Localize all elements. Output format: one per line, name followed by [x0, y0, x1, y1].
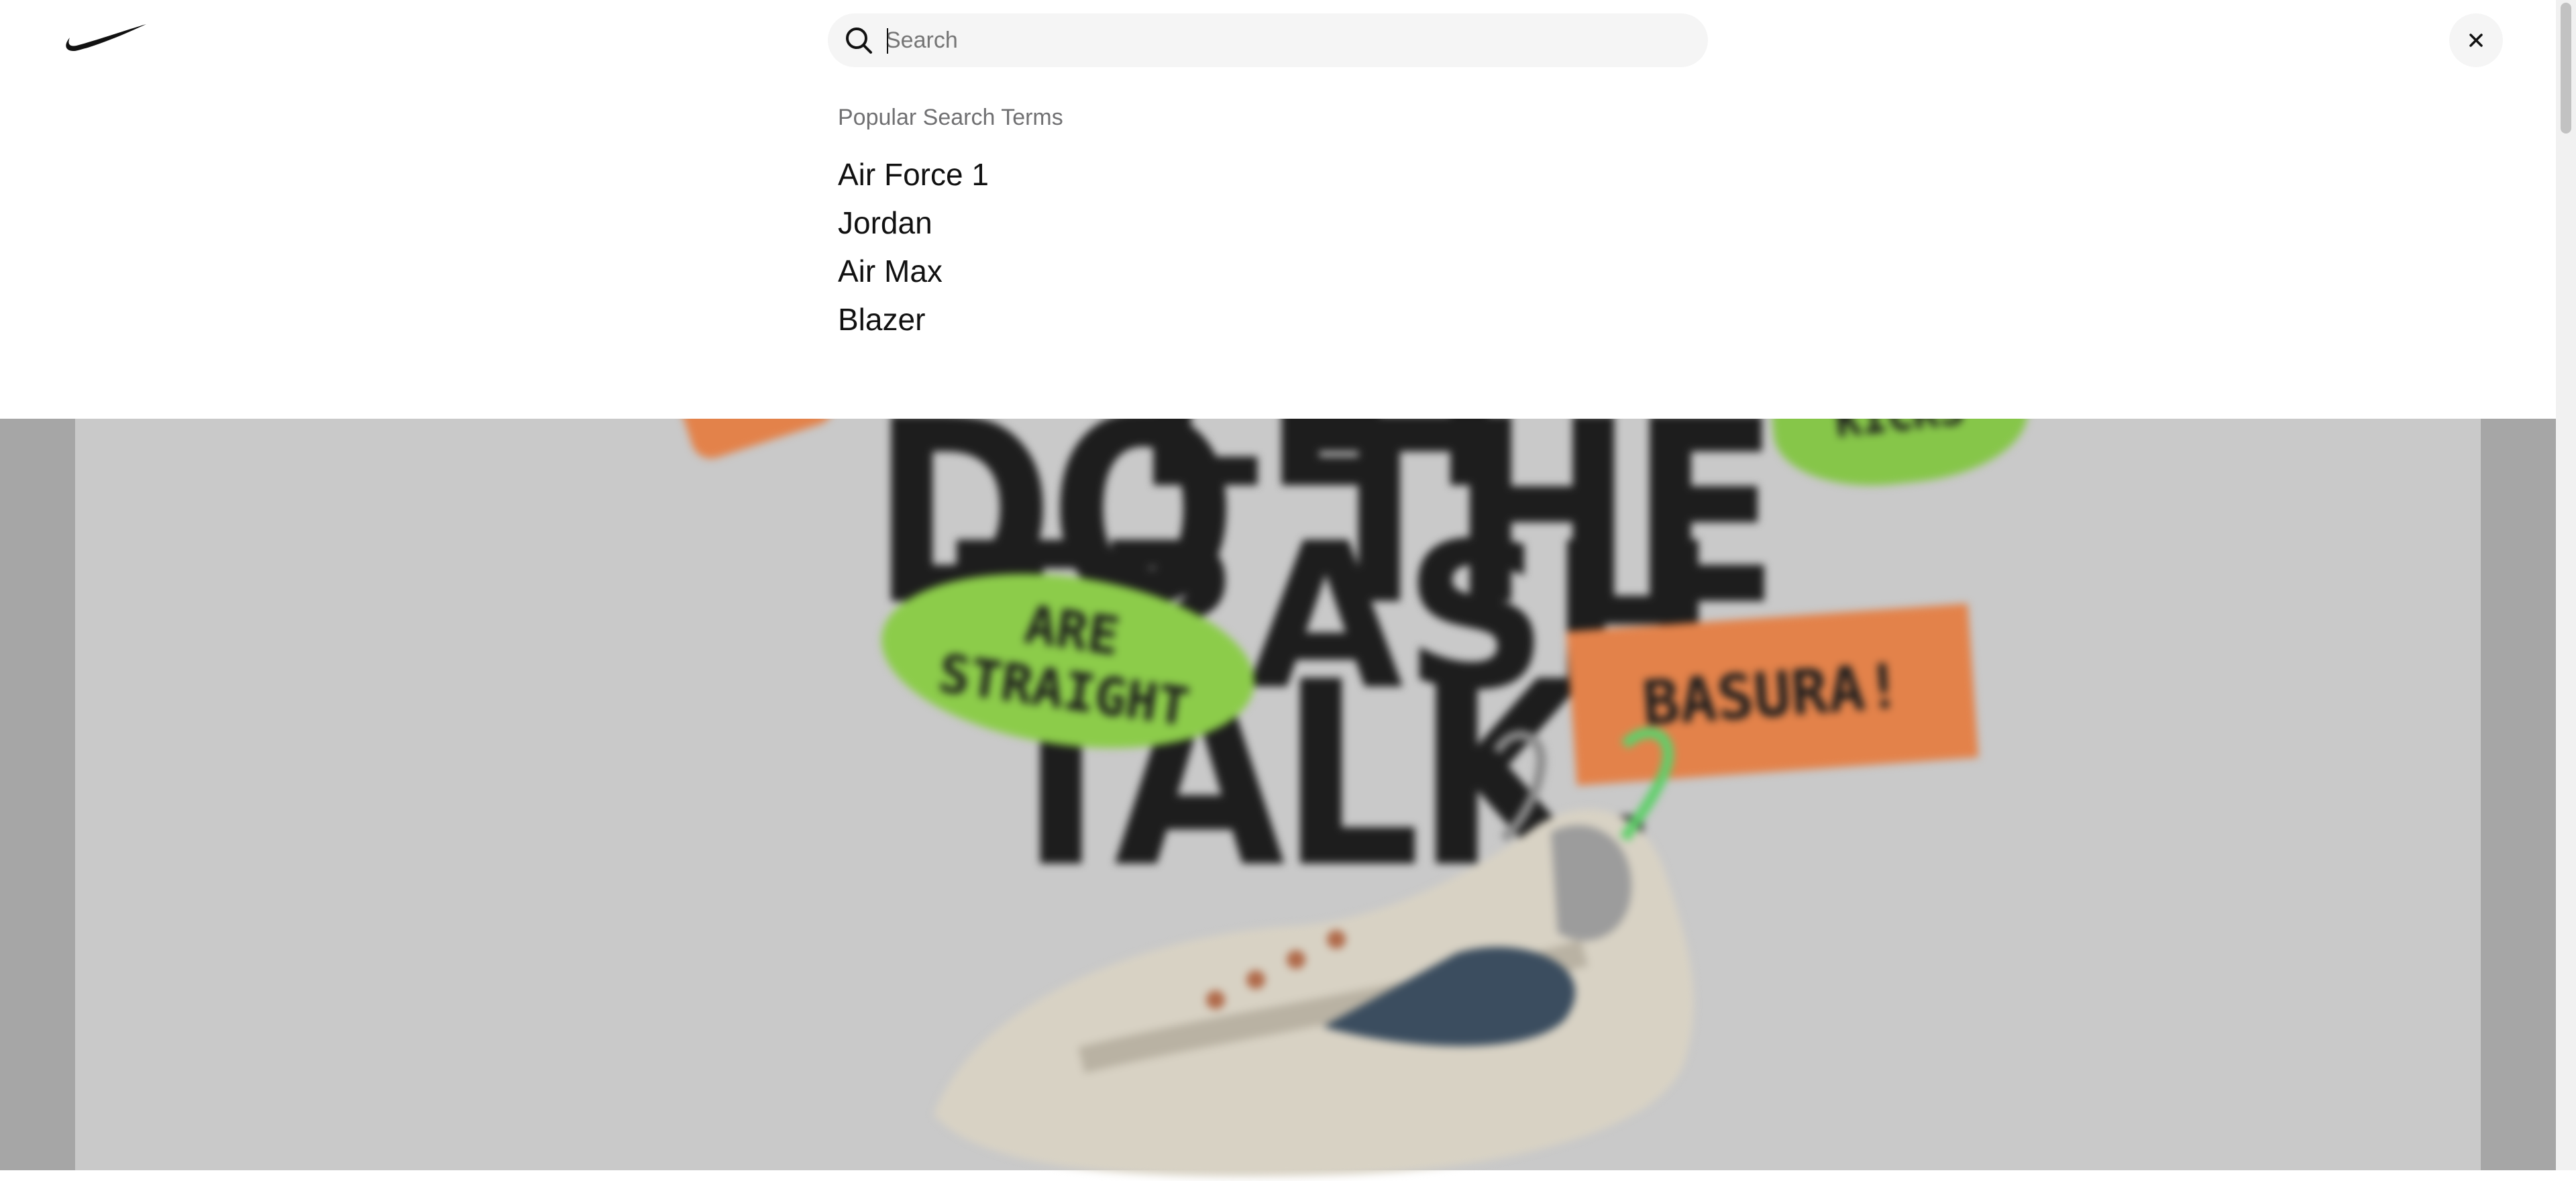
- search-term-blazer[interactable]: Blazer: [838, 295, 1643, 344]
- search-overlay: Popular Search Terms Air Force 1 Jordan …: [0, 0, 2556, 419]
- popular-search-heading: Popular Search Terms: [838, 105, 1063, 130]
- search-term-jordan[interactable]: Jordan: [838, 199, 1643, 247]
- scrollbar-thumb[interactable]: [2561, 3, 2571, 134]
- search-bar[interactable]: [828, 13, 1708, 67]
- search-term-air-max[interactable]: Air Max: [838, 247, 1643, 295]
- close-icon: [2469, 34, 2483, 47]
- close-search-button[interactable]: [2449, 13, 2503, 67]
- nike-swoosh-logo[interactable]: [63, 24, 146, 56]
- search-icon[interactable]: [843, 24, 875, 56]
- popular-search-terms: Popular Search Terms Air Force 1 Jordan …: [838, 101, 1643, 344]
- search-term-air-force-1[interactable]: Air Force 1: [838, 150, 1643, 199]
- text-caret: [887, 28, 888, 54]
- page-scrollbar[interactable]: [2556, 0, 2576, 1170]
- sneaker-image: [934, 727, 1694, 1177]
- search-input[interactable]: [885, 21, 1677, 59]
